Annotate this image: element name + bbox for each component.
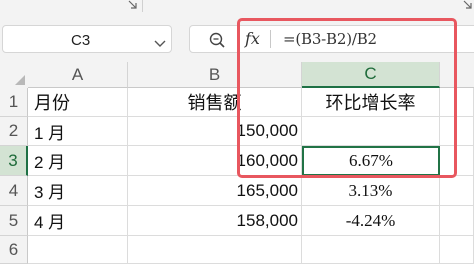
row-header-4[interactable]: 4: [0, 176, 28, 206]
cell-d1[interactable]: [440, 88, 474, 117]
cell-c4[interactable]: 3.13%: [302, 176, 440, 206]
select-all-triangle-icon: [15, 75, 25, 85]
cell-a1[interactable]: 月份: [28, 88, 128, 117]
row-header-5[interactable]: 5: [0, 206, 28, 236]
cell-c6[interactable]: [302, 236, 440, 264]
row-header-1[interactable]: 1: [0, 88, 28, 117]
zoom-icon[interactable]: [208, 31, 226, 54]
fx-label[interactable]: fx: [245, 29, 260, 48]
name-box-value[interactable]: C3: [71, 32, 90, 49]
cell-c5[interactable]: -4.24%: [302, 206, 440, 236]
dialog-launcher-icon[interactable]: [128, 0, 138, 10]
name-box[interactable]: C3: [2, 25, 172, 53]
cell-d5[interactable]: [440, 206, 474, 236]
formula-input[interactable]: =(B3-B2)/B2: [283, 30, 377, 48]
row-header-3[interactable]: 3: [0, 146, 28, 176]
cell-b5[interactable]: 158,000: [128, 206, 302, 236]
select-all-button[interactable]: [0, 62, 28, 88]
cell-d4[interactable]: [440, 176, 474, 206]
column-header-b[interactable]: B: [128, 62, 302, 88]
cell-a2[interactable]: 1 月: [28, 117, 128, 146]
formula-bar: C3: [0, 18, 474, 58]
cell-c2[interactable]: [302, 117, 440, 146]
cell-c3-active[interactable]: 6.67%: [302, 146, 440, 176]
cell-b4[interactable]: 165,000: [128, 176, 302, 206]
row-header-6[interactable]: 6: [0, 236, 28, 264]
cell-b2[interactable]: 150,000: [128, 117, 302, 146]
cell-b1[interactable]: 销售额: [128, 88, 302, 117]
column-header-c[interactable]: C: [302, 62, 440, 88]
dialog-launcher-icon[interactable]: [463, 0, 473, 10]
cell-d3[interactable]: [440, 146, 474, 176]
cell-b3[interactable]: 160,000: [128, 146, 302, 176]
column-header-a[interactable]: A: [28, 62, 128, 88]
ribbon-separator: [142, 0, 143, 12]
cell-a4[interactable]: 3 月: [28, 176, 128, 206]
chevron-down-icon[interactable]: [154, 35, 166, 53]
ribbon-strip: [0, 0, 474, 14]
formula-separator: [270, 30, 271, 48]
row-header-2[interactable]: 2: [0, 117, 28, 146]
column-header-blank[interactable]: [440, 62, 474, 88]
cell-d2[interactable]: [440, 117, 474, 146]
cell-a5[interactable]: 4 月: [28, 206, 128, 236]
cell-d6[interactable]: [440, 236, 474, 264]
cell-b6[interactable]: [128, 236, 302, 264]
cell-a3[interactable]: 2 月: [28, 146, 128, 176]
cell-a6[interactable]: [28, 236, 128, 264]
cell-c1[interactable]: 环比增长率: [302, 88, 440, 117]
